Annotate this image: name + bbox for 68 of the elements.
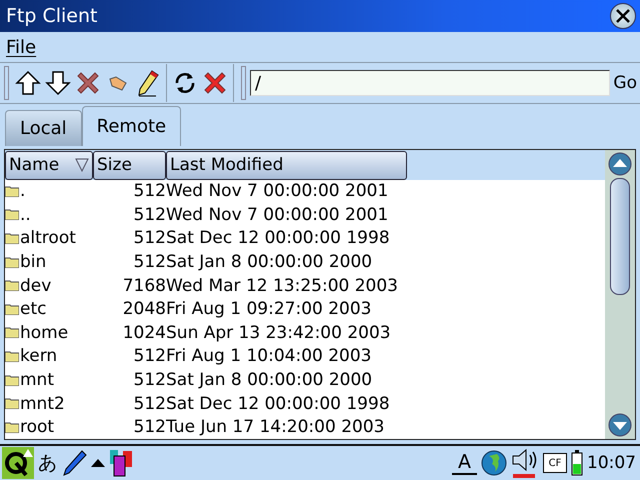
globe-icon[interactable] xyxy=(481,450,507,476)
file-name: mnt xyxy=(20,370,54,390)
modified-date: Sat Dec 12 00:00:00 1998 xyxy=(166,228,391,248)
file-size: 512 xyxy=(132,394,166,414)
close-icon xyxy=(615,8,631,24)
scroll-up-icon[interactable] xyxy=(608,152,632,176)
file-name: dev xyxy=(20,276,52,296)
modified-date: Wed Nov 7 00:00:00 2001 xyxy=(166,181,390,202)
column-label: Name xyxy=(9,155,60,176)
file-name: home xyxy=(20,322,68,343)
file-name: root xyxy=(20,417,54,438)
column-label: Last Modified xyxy=(170,155,284,176)
input-method-label[interactable]: あ xyxy=(38,450,57,476)
file-size: 512 xyxy=(132,417,166,438)
file-size: 512 xyxy=(132,346,166,366)
modified-date: Fri Aug 1 10:04:00 2003 xyxy=(166,346,372,366)
tab[interactable]: Remote xyxy=(82,106,182,146)
column-header[interactable]: Last Modified xyxy=(166,151,407,180)
file-size: 7168 xyxy=(122,276,166,296)
tab[interactable]: Local xyxy=(5,110,82,146)
pencil-icon xyxy=(136,69,160,97)
window-title: Ftp Client xyxy=(6,5,98,27)
file-name: mnt2 xyxy=(20,394,65,414)
pen-icon[interactable] xyxy=(61,449,87,477)
down-arrow-icon xyxy=(45,70,71,96)
scroll-down-icon[interactable] xyxy=(608,413,632,437)
modified-date: Wed Nov 7 00:00:00 2001 xyxy=(166,204,390,225)
scroll-thumb[interactable] xyxy=(610,178,630,294)
file-size: 512 xyxy=(132,204,166,225)
card-label: CF xyxy=(548,458,562,468)
file-name: altroot xyxy=(20,228,76,248)
file-name: . xyxy=(20,181,26,202)
keyboard-label[interactable]: A xyxy=(452,451,477,475)
column-header[interactable]: Name xyxy=(5,151,93,180)
file-size: 2048 xyxy=(122,299,166,320)
cross-icon xyxy=(75,70,101,96)
file-size: 512 xyxy=(132,228,166,248)
battery-icon[interactable] xyxy=(571,450,583,476)
clock: 10:07 xyxy=(587,453,636,473)
column-header[interactable]: Size xyxy=(93,151,166,180)
modified-date: Sun Apr 13 23:42:00 2003 xyxy=(166,322,392,343)
up-triangle-icon[interactable] xyxy=(91,458,105,468)
cross-icon xyxy=(202,70,228,96)
modified-date: Sat Jan 8 00:00:00 2000 xyxy=(166,252,374,272)
modified-date: Fri Aug 1 09:27:00 2003 xyxy=(166,299,372,320)
file-size: 512 xyxy=(132,370,166,390)
modified-date: Sat Dec 12 00:00:00 1998 xyxy=(166,394,391,414)
file-name: kern xyxy=(20,346,58,366)
file-size: 512 xyxy=(132,181,166,202)
card-icon[interactable]: CF xyxy=(543,453,567,473)
file-name: etc xyxy=(20,299,46,320)
menu-item[interactable]: File xyxy=(6,36,36,58)
file-size: 512 xyxy=(132,252,166,272)
start-menu-icon[interactable] xyxy=(2,447,34,479)
column-label: Size xyxy=(97,155,132,176)
modified-date: Wed Mar 12 13:25:00 2003 xyxy=(166,276,399,296)
scrollbar[interactable] xyxy=(605,150,635,439)
close-button[interactable] xyxy=(610,3,636,29)
file-size: 1024 xyxy=(122,322,166,343)
documents-icon[interactable] xyxy=(109,448,135,478)
go-button[interactable]: Go xyxy=(610,73,640,93)
modified-date: Sat Jan 8 00:00:00 2000 xyxy=(166,370,374,390)
path-field[interactable]: / xyxy=(250,70,610,96)
speaker-icon[interactable] xyxy=(511,447,539,479)
modified-date: Tue Jun 17 14:20:00 2003 xyxy=(166,417,386,438)
file-name: bin xyxy=(20,252,46,272)
up-arrow-icon xyxy=(15,70,41,96)
file-name: .. xyxy=(20,204,31,225)
